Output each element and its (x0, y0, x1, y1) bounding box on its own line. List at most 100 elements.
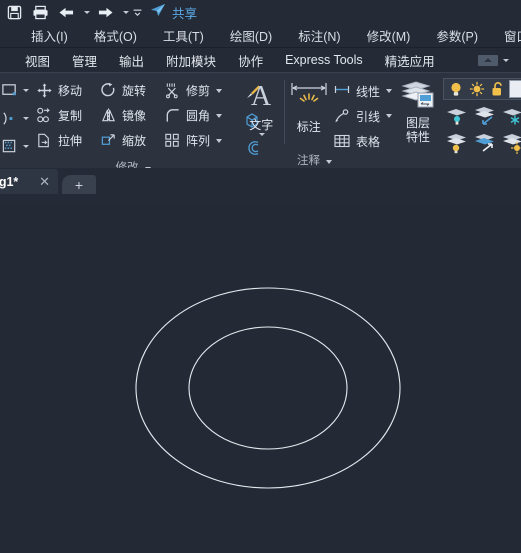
layer-off-icon[interactable] (443, 129, 471, 156)
tab-addins[interactable]: 附加模块 (155, 51, 227, 70)
panel-annotation-expand-icon[interactable] (326, 159, 332, 164)
table-label: 表格 (355, 134, 380, 149)
file-tab-label: wing1* (0, 174, 19, 189)
menu-parametric[interactable]: 参数(P) (423, 26, 491, 45)
menu-window[interactable]: 窗口(W) (491, 26, 521, 45)
array-dropdown-icon[interactable] (216, 138, 223, 143)
stretch-label: 拉伸 (58, 134, 83, 148)
tab-collaborate[interactable]: 协作 (227, 51, 274, 70)
close-icon[interactable]: ✕ (39, 174, 50, 190)
move-tool[interactable]: 移动 (35, 78, 99, 103)
tab-featured-apps[interactable]: 精选应用 (374, 51, 446, 70)
menu-tools[interactable]: 工具(T) (150, 26, 217, 45)
layer-set-current-icon[interactable] (443, 102, 471, 129)
layer-state-strip[interactable] (443, 78, 521, 100)
dimension-icon (289, 80, 329, 117)
tab-output[interactable]: 输出 (108, 51, 155, 70)
rotate-icon (99, 81, 118, 100)
ribbon-workspace-switch[interactable] (478, 54, 509, 66)
panel-modify: 移动 旋转 修剪 复制 镜像 圆角 拉伸 缩放 阵列 (29, 73, 260, 174)
share-icon (149, 2, 167, 23)
menu-modify[interactable]: 修改(M) (354, 26, 424, 45)
workspace-chip-icon (478, 54, 498, 66)
layer-isolate-icon[interactable] (471, 129, 499, 156)
share-button[interactable]: 共享 (149, 2, 197, 23)
menu-format[interactable]: 格式(O) (81, 26, 150, 45)
drawing-canvas[interactable] (0, 204, 521, 553)
new-tab-button[interactable]: + (62, 175, 96, 194)
print-icon[interactable] (28, 1, 52, 23)
autocad-window: 共享 插入(I) 格式(O) 工具(T) 绘图(D) 标注(N) 修改(M) 参… (0, 0, 521, 553)
stretch-tool[interactable]: 拉伸 (35, 128, 99, 153)
menu-bar: 插入(I) 格式(O) 工具(T) 绘图(D) 标注(N) 修改(M) 参数(P… (0, 24, 521, 48)
dimension-tool[interactable]: 标注 (288, 78, 329, 135)
layer-match-icon[interactable] (471, 102, 499, 129)
tab-manage[interactable]: 管理 (61, 51, 108, 70)
anno-divider (283, 80, 285, 144)
panel-layers-title (392, 156, 521, 168)
trim-dropdown-icon[interactable] (216, 88, 223, 93)
layer-color-swatch[interactable] (509, 80, 521, 98)
text-dropdown-icon[interactable] (259, 133, 266, 136)
layer-on-bulb-icon[interactable] (446, 80, 465, 99)
scale-label: 缩放 (122, 134, 147, 148)
redo-dropdown-icon[interactable] (119, 1, 130, 23)
outer-ellipse (135, 287, 401, 489)
trim-label: 修剪 (186, 84, 211, 98)
menu-insert[interactable]: 插入(I) (18, 26, 81, 45)
array-label: 阵列 (186, 134, 211, 148)
panel-annotation: A 文字 标注 线性 引线 表格 注释 (237, 73, 392, 168)
undo-dropdown-icon[interactable] (80, 1, 91, 23)
scale-tool[interactable]: 缩放 (99, 128, 163, 153)
menu-dimension[interactable]: 标注(N) (285, 26, 353, 45)
layer-thaw-sun-icon[interactable] (467, 80, 486, 99)
menu-draw[interactable]: 绘图(D) (217, 26, 285, 45)
layer-unlock-icon[interactable] (488, 80, 507, 99)
copy-label: 复制 (58, 109, 83, 123)
rectangle-tool[interactable] (0, 78, 29, 103)
layer-freeze-icon[interactable] (499, 102, 521, 129)
leader-label: 引线 (355, 109, 380, 124)
linear-dim-icon (333, 82, 352, 101)
leader-tool[interactable]: 引线 (333, 104, 392, 128)
trim-icon (163, 81, 182, 100)
layer-properties-icon (399, 79, 437, 116)
arc-tool[interactable] (0, 106, 29, 131)
text-tool[interactable]: A 文字 (241, 78, 282, 136)
panel-draw-title (0, 159, 29, 168)
leader-icon (333, 107, 352, 126)
copy-tool[interactable]: 复制 (35, 103, 99, 128)
trim-tool[interactable]: 修剪 (163, 78, 237, 103)
copy-icon (35, 106, 54, 125)
svg-text:A: A (251, 81, 272, 110)
hatch-tool[interactable] (0, 134, 29, 159)
file-tab-bar: wing1* ✕ + (0, 168, 521, 194)
ribbon-panels: 移动 旋转 修剪 复制 镜像 圆角 拉伸 缩放 阵列 A 文字 标注 线性 引线… (0, 72, 521, 174)
table-tool[interactable]: 表格 (333, 129, 392, 153)
redo-icon[interactable] (93, 1, 117, 23)
mirror-label: 镜像 (122, 109, 147, 123)
save-icon[interactable] (2, 1, 26, 23)
tab-express-tools[interactable]: Express Tools (274, 53, 374, 67)
move-icon (35, 81, 54, 100)
array-icon (163, 131, 182, 150)
ribbon-tab-bar: 视图 管理 输出 附加模块 协作 Express Tools 精选应用 (0, 48, 521, 72)
fillet-tool[interactable]: 圆角 (163, 103, 237, 128)
text-a-icon: A (244, 80, 278, 115)
file-tab-drawing1[interactable]: wing1* ✕ (0, 169, 58, 194)
linear-dimension-tool[interactable]: 线性 (333, 79, 392, 103)
array-tool[interactable]: 阵列 (163, 128, 237, 153)
undo-icon[interactable] (54, 1, 78, 23)
layer-properties-tool[interactable]: 图层 特性 (396, 78, 440, 144)
layer-previous-icon[interactable] (499, 129, 521, 156)
tab-view[interactable]: 视图 (14, 51, 61, 70)
customize-icon[interactable] (132, 1, 143, 23)
quick-access-toolbar: 共享 (0, 0, 521, 24)
inner-ellipse (188, 326, 348, 450)
fillet-dropdown-icon[interactable] (216, 113, 223, 118)
mirror-tool[interactable]: 镜像 (99, 103, 163, 128)
mirror-icon (99, 106, 118, 125)
rotate-tool[interactable]: 旋转 (99, 78, 163, 103)
workspace-caret-icon[interactable] (503, 58, 509, 62)
dimension-label: 标注 (296, 120, 321, 134)
